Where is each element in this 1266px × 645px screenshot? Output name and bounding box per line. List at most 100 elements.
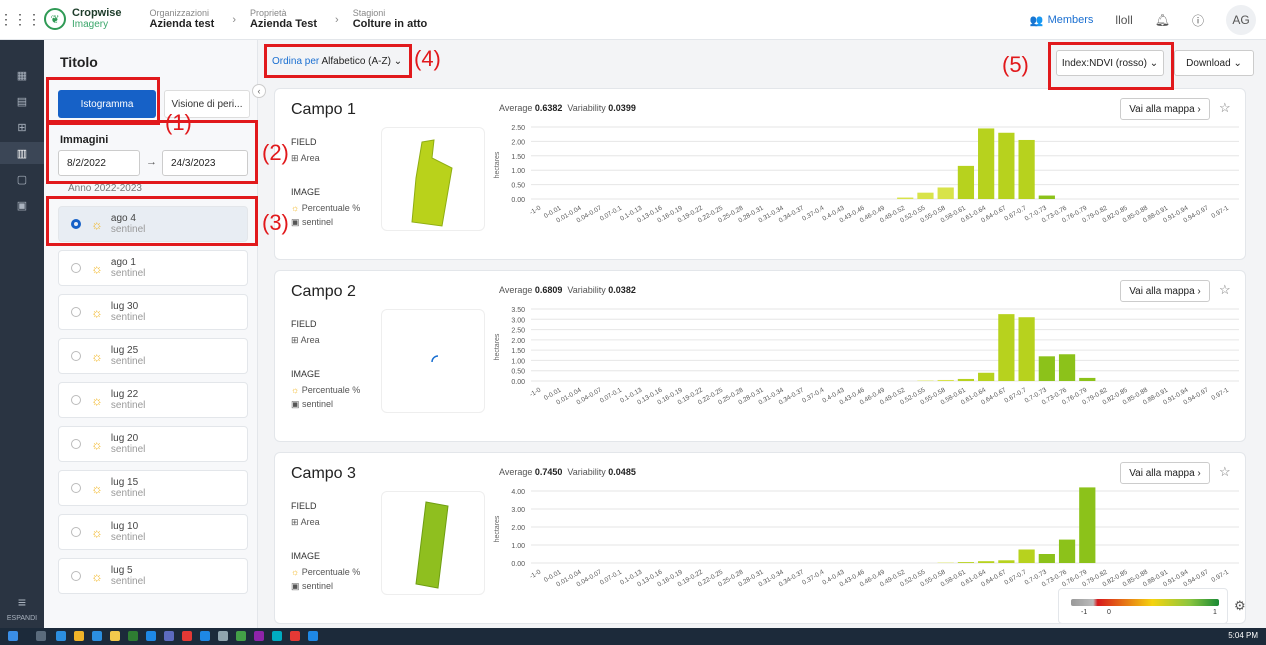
members-label: Members: [1047, 14, 1094, 26]
image-list-item[interactable]: ☼ lug 5 sentinel: [58, 558, 248, 594]
percent-row: ☼ Percentuale %: [291, 567, 360, 577]
radio-button[interactable]: [71, 263, 81, 273]
histogram-nav-icon[interactable]: ▥: [0, 142, 44, 164]
image-label: IMAGE: [291, 369, 321, 379]
breadcrumb-property[interactable]: Proprietà Azienda Test: [250, 8, 317, 32]
breadcrumb-organization[interactable]: Organizzazioni Azienda test: [150, 8, 215, 32]
area-row: ⊞ Area: [291, 335, 320, 346]
taskbar-app-icon[interactable]: [56, 631, 66, 641]
taskbar-app-icon[interactable]: [236, 631, 246, 641]
radio-button[interactable]: [71, 351, 81, 361]
taskbar-excel-icon[interactable]: [128, 631, 138, 641]
field-label: FIELD: [291, 137, 317, 147]
histogram-chart-1: hectares0.000.501.001.502.002.50-1-0 0-0.…: [494, 125, 1239, 224]
report-icon[interactable]: ▢: [0, 168, 44, 190]
help-icon[interactable]: ⓘ: [1192, 12, 1204, 29]
sun-icon: ☼: [291, 203, 300, 213]
taskbar-chrome-icon[interactable]: [74, 631, 84, 641]
taskbar-folder-icon[interactable]: [110, 631, 120, 641]
image-list-item[interactable]: ☼ lug 30 sentinel: [58, 294, 248, 330]
image-list-item[interactable]: ☼ lug 25 sentinel: [58, 338, 248, 374]
bell-icon[interactable]: 🔔︎: [1155, 13, 1170, 27]
apps-grid-icon[interactable]: ⋮⋮⋮: [0, 0, 41, 40]
taskbar-app-icon[interactable]: [182, 631, 192, 641]
taskbar-app-icon[interactable]: [92, 631, 102, 641]
area-row: ⊞ Area: [291, 153, 320, 164]
radio-button[interactable]: [71, 571, 81, 581]
image-list-item[interactable]: ☼ lug 20 sentinel: [58, 426, 248, 462]
go-to-map-button[interactable]: Vai alla mappa ›: [1120, 98, 1210, 120]
variability-value: 0.0485: [608, 467, 636, 477]
year-label: Anno 2022-2023: [68, 183, 142, 194]
histogram-bar: [957, 165, 975, 199]
star-icon[interactable]: ☆: [1219, 464, 1231, 480]
histogram-bar: [1058, 354, 1076, 381]
map-icon[interactable]: ▤: [0, 90, 44, 112]
radio-button[interactable]: [71, 395, 81, 405]
star-icon[interactable]: ☆: [1219, 100, 1231, 116]
download-button[interactable]: Download ⌄: [1174, 50, 1254, 76]
field-title: Campo 1: [291, 101, 356, 118]
x-tick-label: -1-0: [529, 568, 543, 580]
clock: 5:04 PM: [1228, 631, 1258, 640]
y-tick-label: 1.00: [511, 358, 525, 365]
histogram-bar: [937, 379, 954, 381]
image-date: lug 30: [110, 300, 139, 312]
taskbar-search-icon[interactable]: [36, 631, 46, 641]
loading-spinner-icon: [431, 355, 439, 363]
sun-icon: ☼: [91, 436, 103, 452]
breadcrumb-label: Proprietà: [249, 7, 287, 18]
go-to-map-button[interactable]: Vai alla mappa ›: [1120, 462, 1210, 484]
breadcrumb-season[interactable]: Stagioni Colture in atto: [353, 8, 428, 32]
taskbar-app-icon[interactable]: [200, 631, 210, 641]
image-date: ago 1: [110, 256, 136, 268]
radio-button[interactable]: [71, 483, 81, 493]
radio-button[interactable]: [71, 527, 81, 537]
menu-icon[interactable]: ≡: [0, 594, 44, 610]
radio-button[interactable]: [71, 307, 81, 317]
taskbar-app-icon[interactable]: [164, 631, 174, 641]
sun-icon: ☼: [91, 568, 103, 584]
image-list-item[interactable]: ☼ ago 1 sentinel: [58, 250, 248, 286]
members-button[interactable]: 👥 Members: [1030, 14, 1094, 27]
taskbar-app-icon[interactable]: [290, 631, 300, 641]
avatar[interactable]: AG: [1226, 5, 1256, 35]
collapse-panel-icon[interactable]: ‹: [252, 84, 266, 98]
vai-label: Vai alla mappa: [1129, 103, 1195, 115]
field-icon[interactable]: ⊞: [0, 116, 44, 138]
field-thumbnail: [381, 491, 485, 595]
taskbar-app-icon[interactable]: [218, 631, 228, 641]
image-list-item[interactable]: ☼ lug 10 sentinel: [58, 514, 248, 550]
histogram-bar: [978, 128, 995, 199]
image-source: sentinel: [110, 444, 146, 455]
image-list-item[interactable]: ☼ lug 15 sentinel: [58, 470, 248, 506]
taskbar-app-icon[interactable]: [272, 631, 282, 641]
clipboard-icon[interactable]: ▣: [0, 194, 44, 216]
radio-button[interactable]: [71, 439, 81, 449]
x-tick-label: 0.07-0.1: [599, 204, 623, 222]
image-label: IMAGE: [291, 187, 321, 197]
sun-icon: ☼: [91, 348, 103, 364]
annotation-label-5: (5): [1002, 52, 1029, 77]
field-shape: [415, 501, 449, 589]
star-icon[interactable]: ☆: [1219, 282, 1231, 298]
sun-icon: ☼: [91, 304, 103, 320]
y-tick-label: 0.50: [511, 183, 525, 190]
taskbar-word-icon[interactable]: [146, 631, 156, 641]
gear-icon[interactable]: ⚙: [1234, 598, 1246, 614]
y-tick-label: 4.00: [511, 489, 525, 496]
x-tick-label: -1-0: [529, 386, 543, 398]
expand-label[interactable]: ESPANDI: [0, 615, 44, 622]
area-label: Area: [300, 153, 320, 163]
annotation-box-3: [46, 196, 258, 246]
taskbar-app-icon[interactable]: [254, 631, 264, 641]
bars-button[interactable]: lloll: [1115, 13, 1132, 27]
variability-value: 0.0399: [608, 103, 636, 113]
dashboard-icon[interactable]: ▦: [0, 64, 44, 86]
go-to-map-button[interactable]: Vai alla mappa ›: [1120, 280, 1210, 302]
taskbar-app-icon[interactable]: [308, 631, 318, 641]
vai-label: Vai alla mappa: [1129, 467, 1195, 479]
image-list-item[interactable]: ☼ lug 22 sentinel: [58, 382, 248, 418]
sun-icon: ☼: [91, 524, 103, 540]
windows-start-icon[interactable]: [8, 631, 18, 641]
